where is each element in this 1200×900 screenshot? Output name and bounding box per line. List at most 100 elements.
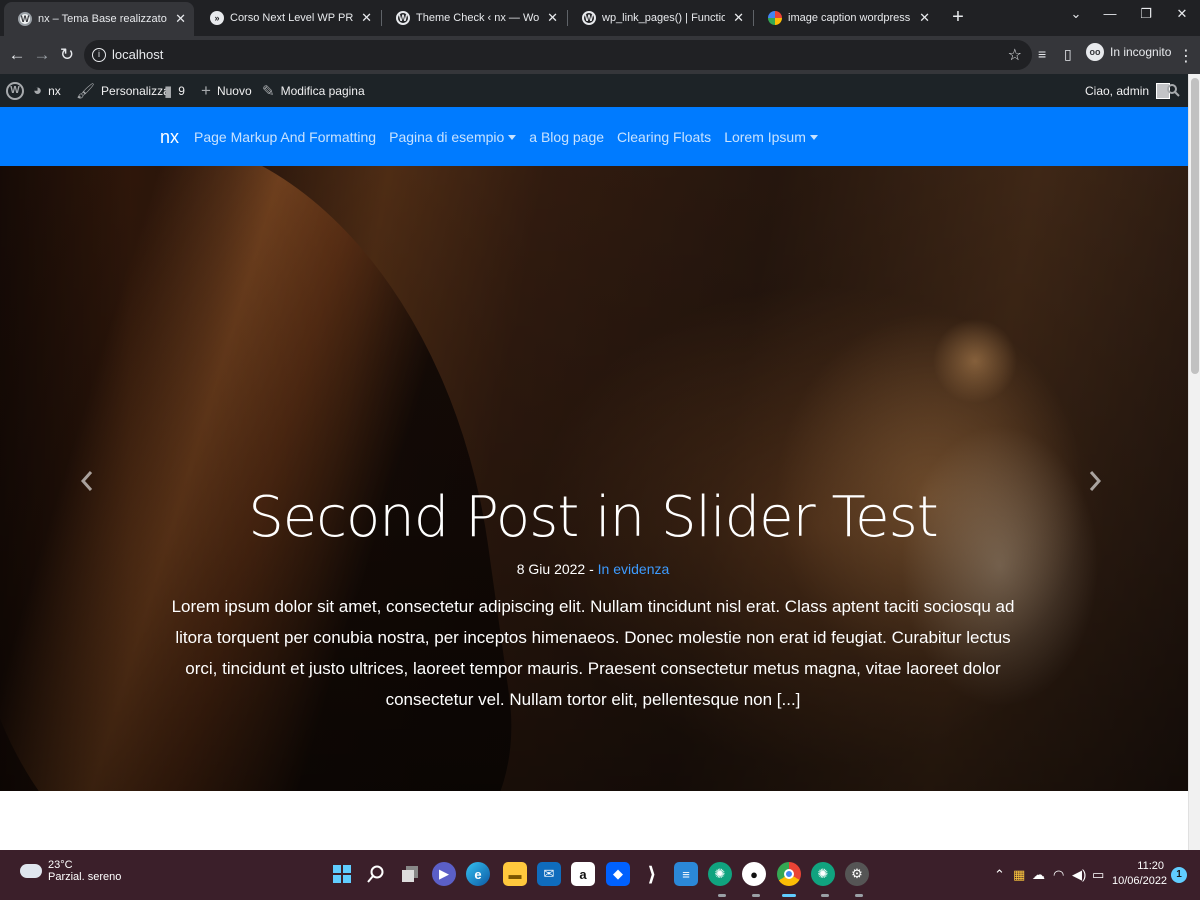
side-panel-icon[interactable]: ▯	[1064, 46, 1072, 63]
incognito-icon: oo	[1086, 43, 1104, 61]
notepad-icon[interactable]: ≡	[674, 862, 698, 886]
browser-tab[interactable]: image caption wordpress - Cerca ✕	[754, 0, 938, 36]
back-icon[interactable]: ←	[6, 44, 28, 66]
bookmark-star-icon[interactable]: ☆	[1008, 45, 1022, 65]
page-scrollbar[interactable]	[1188, 74, 1200, 850]
browser-menu-icon[interactable]: ⋮	[1178, 46, 1194, 66]
tab-title: wp_link_pages() | Function | Word	[602, 12, 726, 24]
weather-condition: Parzial. sereno	[48, 871, 122, 883]
slide-title[interactable]: Second Post in Slider Test	[170, 484, 1016, 551]
category-link[interactable]: In evidenza	[598, 561, 670, 577]
customize-label: Personalizza	[101, 83, 170, 98]
close-tab-icon[interactable]: ✕	[175, 11, 186, 27]
url-text[interactable]: localhost	[112, 47, 163, 62]
minimize-icon[interactable]: —	[1100, 6, 1120, 21]
app-running-indicator	[752, 894, 760, 897]
reload-icon[interactable]: ↻	[56, 44, 78, 66]
slide-caption: Second Post in Slider Test 8 Giu 2022 - …	[170, 484, 1016, 715]
wordpress-icon: W	[6, 81, 24, 100]
forward-icon[interactable]: →	[31, 44, 53, 66]
nav-menu: Page Markup And Formatting Pagina di ese…	[194, 129, 831, 145]
teams-icon[interactable]: ▶	[432, 862, 456, 886]
slider-next-button[interactable]	[1085, 466, 1105, 496]
search-icon[interactable]	[364, 862, 388, 886]
close-tab-icon[interactable]: ✕	[733, 10, 744, 26]
chevron-left-icon	[80, 471, 93, 491]
google-icon	[768, 11, 782, 25]
nav-item-page-markup[interactable]: Page Markup And Formatting	[194, 129, 376, 145]
new-label: Nuovo	[216, 83, 252, 98]
close-tab-icon[interactable]: ✕	[361, 10, 372, 26]
slide-meta: 8 Giu 2022 - In evidenza	[170, 561, 1016, 577]
slide-excerpt: Lorem ipsum dolor sit amet, consectetur …	[171, 597, 1015, 710]
onedrive-icon[interactable]: ☁	[1032, 867, 1045, 883]
nav-item-pagina-di-esempio[interactable]: Pagina di esempio	[389, 129, 516, 145]
wifi-icon[interactable]: ◠	[1053, 867, 1064, 883]
site-info-icon[interactable]: i	[92, 48, 106, 62]
notification-badge[interactable]: 1	[1171, 867, 1187, 883]
browser-tab[interactable]: W wp_link_pages() | Function | Word ✕	[568, 0, 752, 36]
browser-tab[interactable]: W Theme Check ‹ nx — WordPress ✕	[382, 0, 566, 36]
file-explorer-icon[interactable]: ▬	[503, 862, 527, 886]
dropbox-icon[interactable]: ◆	[606, 862, 630, 886]
navbar-brand[interactable]: nx	[160, 127, 179, 148]
amazon-icon[interactable]: a	[571, 862, 595, 886]
github-icon[interactable]: ●	[742, 862, 766, 886]
post-date: 8 Giu 2022	[516, 561, 586, 578]
admin-site-name[interactable]: ◕ nx	[33, 74, 61, 107]
greeting-label: Ciao, admin	[1085, 83, 1150, 98]
browser-toolbar: ← → ↻ i localhost ☆ ≡ ▯ oo In incognito …	[0, 36, 1200, 74]
wordpress-icon: W	[396, 11, 410, 25]
tab-title: Theme Check ‹ nx — WordPress	[416, 12, 540, 24]
tab-search-icon[interactable]: ⌄	[1066, 6, 1086, 22]
system-clock[interactable]: 11:20 10/06/2022	[1112, 859, 1168, 889]
admin-new[interactable]: + Nuovo	[201, 74, 252, 107]
browser-tab[interactable]: » Corso Next Level WP PRO – Marc ✕	[196, 0, 380, 36]
search-icon	[1167, 84, 1180, 97]
admin-comments[interactable]: ▮ 9	[164, 74, 185, 107]
show-hidden-icons-icon[interactable]: ⌃	[994, 867, 1005, 883]
clock-time: 11:20	[1137, 860, 1164, 872]
reading-list-icon[interactable]: ≡	[1038, 46, 1046, 62]
edge-icon[interactable]: e	[466, 862, 490, 886]
scrollbar-thumb[interactable]	[1191, 78, 1199, 374]
slider-prev-button[interactable]	[77, 466, 97, 496]
restore-icon[interactable]: ❐	[1136, 6, 1156, 22]
app-running-indicator	[718, 894, 726, 897]
brush-icon: 🖌	[76, 82, 96, 100]
start-icon[interactable]	[330, 862, 354, 886]
close-tab-icon[interactable]: ✕	[919, 10, 930, 26]
app-running-indicator	[821, 894, 829, 897]
temperature: 23°C	[48, 859, 73, 871]
browser-tab[interactable]: W nx – Tema Base realizzato con Bo ✕	[4, 2, 194, 36]
chatgpt-icon[interactable]: ✺	[811, 862, 835, 886]
admin-search[interactable]	[1167, 74, 1180, 107]
admin-edit-page[interactable]: ✎ Modifica pagina	[262, 74, 365, 107]
nav-item-clearing-floats[interactable]: Clearing Floats	[617, 129, 711, 145]
post-slider: Second Post in Slider Test 8 Giu 2022 - …	[0, 166, 1188, 791]
address-bar[interactable]: i localhost ☆	[84, 40, 1032, 70]
nav-item-blog-page[interactable]: a Blog page	[529, 129, 604, 145]
wp-logo-menu[interactable]: W	[6, 74, 24, 107]
comments-count: 9	[178, 83, 185, 98]
nav-item-lorem-ipsum[interactable]: Lorem Ipsum	[724, 129, 818, 145]
battery-icon[interactable]: ▭	[1092, 867, 1104, 883]
weather-widget[interactable]: 23°C Parzial. sereno	[17, 857, 122, 883]
new-tab-button[interactable]: +	[948, 6, 968, 28]
clock-date: 10/06/2022	[1112, 875, 1168, 887]
close-tab-icon[interactable]: ✕	[547, 10, 558, 26]
admin-account[interactable]: Ciao, admin	[1085, 74, 1171, 107]
incognito-indicator[interactable]: oo In incognito	[1086, 43, 1171, 61]
settings-icon[interactable]: ⚙	[845, 862, 869, 886]
chrome-icon[interactable]	[777, 862, 801, 886]
terminal-icon[interactable]: ⟩	[640, 862, 664, 886]
chatgpt-icon[interactable]: ✺	[708, 862, 732, 886]
mail-icon[interactable]: ✉	[537, 862, 561, 886]
page-viewport: W ◕ nx 🖌 Personalizza ▮ 9 + Nuovo ✎ Modi…	[0, 74, 1188, 850]
admin-customize[interactable]: 🖌 Personalizza	[76, 74, 170, 107]
tray-app-icon[interactable]: ▦	[1013, 867, 1025, 883]
edit-page-label: Modifica pagina	[280, 83, 365, 98]
task-view-icon[interactable]	[398, 862, 422, 886]
volume-icon[interactable]: ◀)	[1072, 867, 1086, 883]
close-window-icon[interactable]: ✕	[1172, 6, 1192, 22]
